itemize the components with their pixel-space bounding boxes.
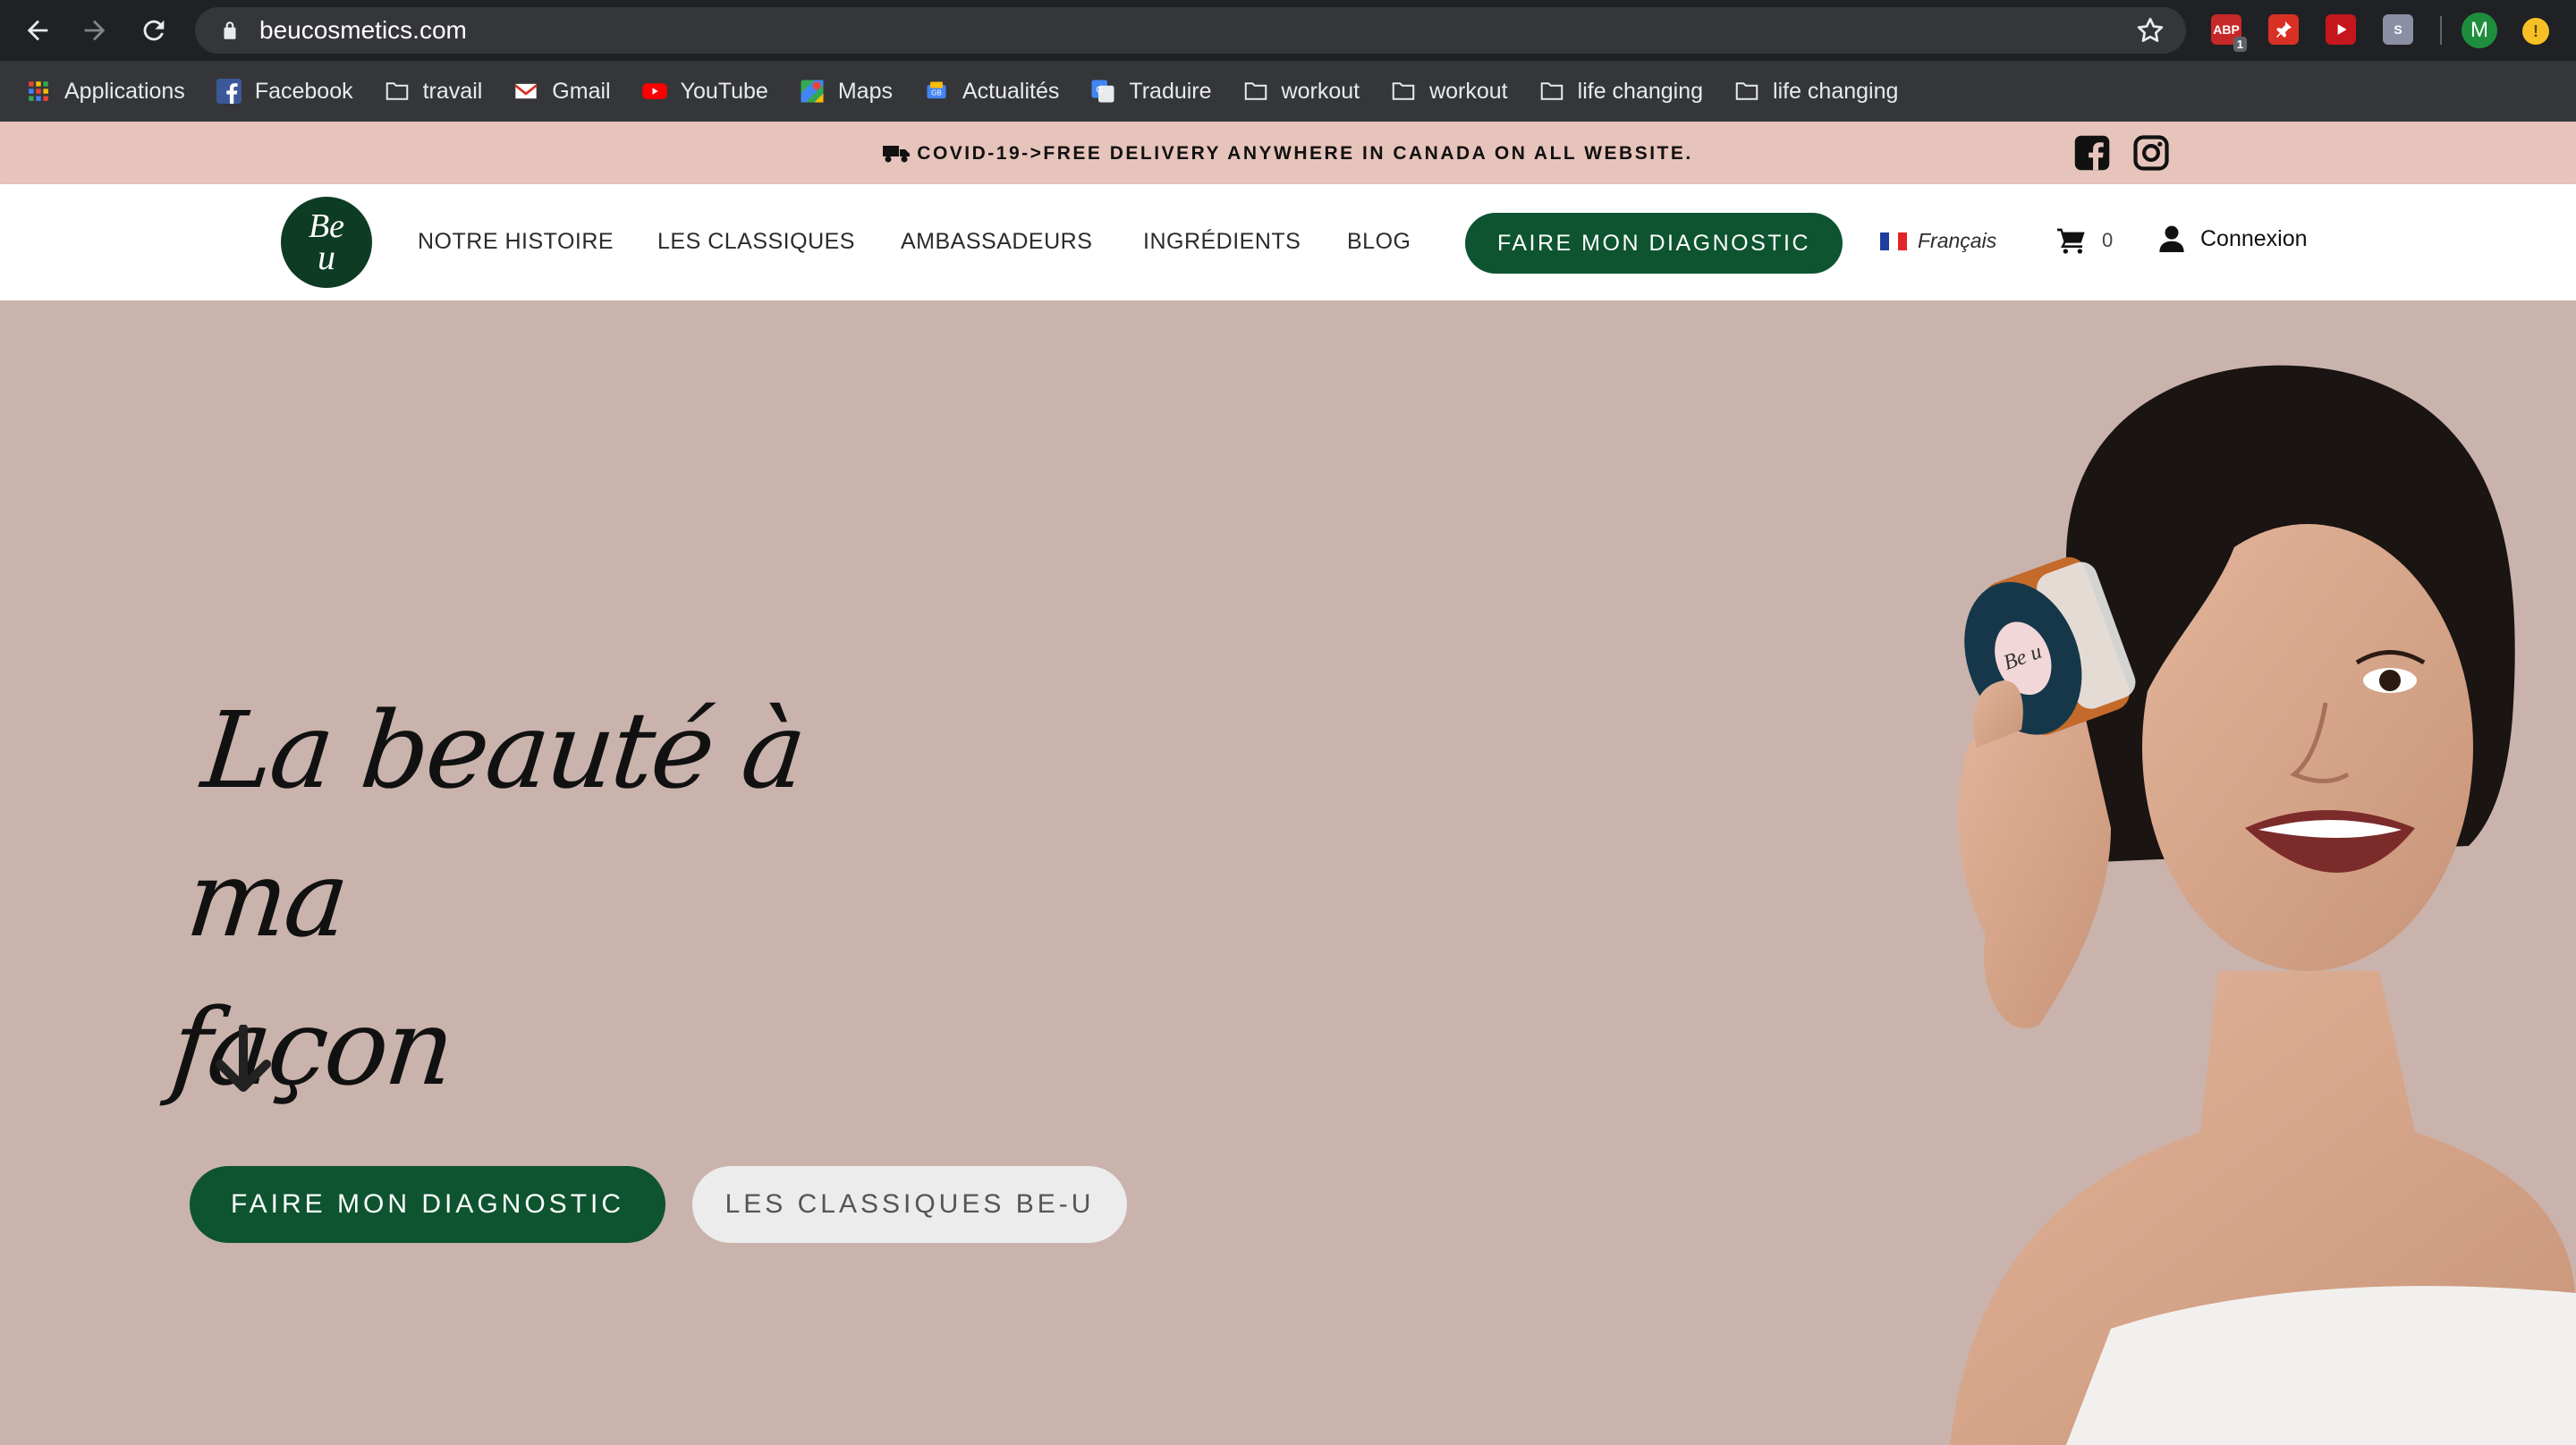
bookmark-label: Gmail [552, 78, 611, 104]
scroll-down-arrow-icon[interactable] [213, 1025, 274, 1096]
bookmark-label: life changing [1577, 78, 1704, 104]
hero-model-image: Be u [1950, 365, 2576, 1445]
s-extension-icon[interactable]: S [2383, 14, 2413, 45]
cart-button[interactable]: 0 [2057, 227, 2113, 254]
bookmark-maps[interactable]: Maps [799, 78, 893, 105]
lock-icon [215, 15, 245, 46]
beu-logo[interactable]: Be u [281, 197, 372, 288]
bookmark-actualites[interactable]: GB Actualités [923, 78, 1059, 105]
bookmark-facebook[interactable]: Facebook [216, 78, 353, 105]
bookmark-workout-1[interactable]: workout [1242, 78, 1360, 105]
bookmarks-bar: Applications Facebook travail Gmail YouT… [0, 61, 2576, 122]
folder-icon [1538, 78, 1565, 105]
bookmark-life-changing-2[interactable]: life changing [1733, 78, 1898, 105]
login-link[interactable]: Connexion [2159, 225, 2308, 252]
youtube-extension-icon[interactable] [2326, 14, 2356, 45]
bookmark-youtube[interactable]: YouTube [641, 78, 768, 105]
site-header: Be u NOTRE HISTOIRE LES CLASSIQUES AMBAS… [0, 184, 2576, 300]
user-icon [2159, 225, 2184, 252]
french-flag-icon [1880, 232, 1907, 250]
bookmark-label: workout [1429, 78, 1508, 104]
bookmark-star-icon[interactable] [2134, 14, 2166, 46]
chrome-update-icon[interactable]: ! [2522, 18, 2549, 45]
bookmark-label: Traduire [1129, 78, 1212, 104]
svg-text:GB: GB [931, 89, 942, 97]
bookmark-life-changing-1[interactable]: life changing [1538, 78, 1703, 105]
youtube-icon [641, 78, 668, 105]
language-label: Français [1918, 229, 1997, 252]
url-text: beucosmetics.com [259, 16, 467, 44]
folder-icon [1390, 78, 1417, 105]
back-arrow-icon [27, 20, 48, 41]
maps-icon [799, 78, 826, 105]
browser-toolbar: beucosmetics.com ABP 1 S M ! [0, 0, 2576, 61]
bookmark-label: travail [422, 78, 483, 104]
hero-classiques-button[interactable]: LES CLASSIQUES BE-U [692, 1166, 1127, 1243]
folder-icon [1242, 78, 1269, 105]
hero-diagnostic-button[interactable]: FAIRE MON DIAGNOSTIC [190, 1166, 665, 1243]
folder-icon [1733, 78, 1760, 105]
address-bar[interactable]: beucosmetics.com [195, 7, 2186, 54]
cart-icon [2057, 228, 2085, 254]
instagram-social-icon[interactable] [2132, 134, 2170, 172]
hero-title: La beauté à ma façon [165, 676, 945, 1121]
bookmark-label: Applications [64, 78, 185, 104]
login-label: Connexion [2200, 225, 2308, 251]
reload-icon [143, 20, 165, 41]
folder-icon [384, 78, 411, 105]
pin-extension-icon[interactable] [2268, 14, 2299, 45]
news-icon: GB [923, 78, 950, 105]
back-button[interactable] [11, 4, 64, 57]
forward-arrow-icon [84, 20, 106, 41]
nav-les-classiques[interactable]: LES CLASSIQUES [657, 229, 855, 255]
promo-text: COVID-19->FREE DELIVERY ANYWHERE IN CANA… [917, 143, 1693, 164]
bookmark-workout-2[interactable]: workout [1390, 78, 1508, 105]
logo-text-u: u [318, 237, 335, 278]
bookmark-label: Maps [837, 78, 893, 104]
profile-avatar[interactable]: M [2462, 13, 2497, 48]
bookmark-label: YouTube [680, 78, 768, 104]
reload-button[interactable] [127, 4, 181, 57]
hero-title-line-1: La beauté à ma [181, 689, 809, 960]
language-selector[interactable]: Français [1880, 229, 1996, 253]
bookmark-label: Facebook [254, 78, 353, 104]
apps-grid-icon [25, 78, 52, 105]
adblock-extension-icon[interactable]: ABP 1 [2211, 14, 2247, 52]
delivery-truck-icon [883, 146, 911, 163]
gmail-icon [513, 78, 539, 105]
nav-blog[interactable]: BLOG [1347, 229, 1411, 255]
nav-ingredients[interactable]: INGRÉDIENTS [1143, 229, 1301, 255]
nav-notre-histoire[interactable]: NOTRE HISTOIRE [418, 229, 614, 255]
facebook-social-icon[interactable] [2073, 134, 2111, 172]
bookmark-travail[interactable]: travail [384, 78, 483, 105]
bookmark-applications[interactable]: Applications [25, 78, 185, 105]
bookmark-traduire[interactable]: G Traduire [1089, 78, 1212, 105]
nav-ambassadeurs[interactable]: AMBASSADEURS [901, 229, 1092, 255]
bookmark-gmail[interactable]: Gmail [513, 78, 611, 105]
cart-count: 0 [2102, 229, 2114, 251]
facebook-icon [216, 78, 242, 105]
bookmark-label: Actualités [962, 78, 1060, 104]
promo-message: COVID-19->FREE DELIVERY ANYWHERE IN CANA… [0, 143, 2576, 165]
adblock-badge: 1 [2233, 37, 2247, 52]
header-diagnostic-button[interactable]: FAIRE MON DIAGNOSTIC [1465, 213, 1843, 274]
translate-icon: G [1089, 78, 1116, 105]
svg-text:G: G [1097, 85, 1104, 95]
bookmark-label: workout [1281, 78, 1360, 104]
hero-section: La beauté à ma façon FAIRE MON DIAGNOSTI… [0, 300, 2576, 1445]
toolbar-divider [2440, 16, 2442, 45]
hero-title-line-2: façon [165, 985, 458, 1109]
forward-button[interactable] [68, 4, 122, 57]
promo-bar: COVID-19->FREE DELIVERY ANYWHERE IN CANA… [0, 122, 2576, 184]
bookmark-label: life changing [1773, 78, 1899, 104]
